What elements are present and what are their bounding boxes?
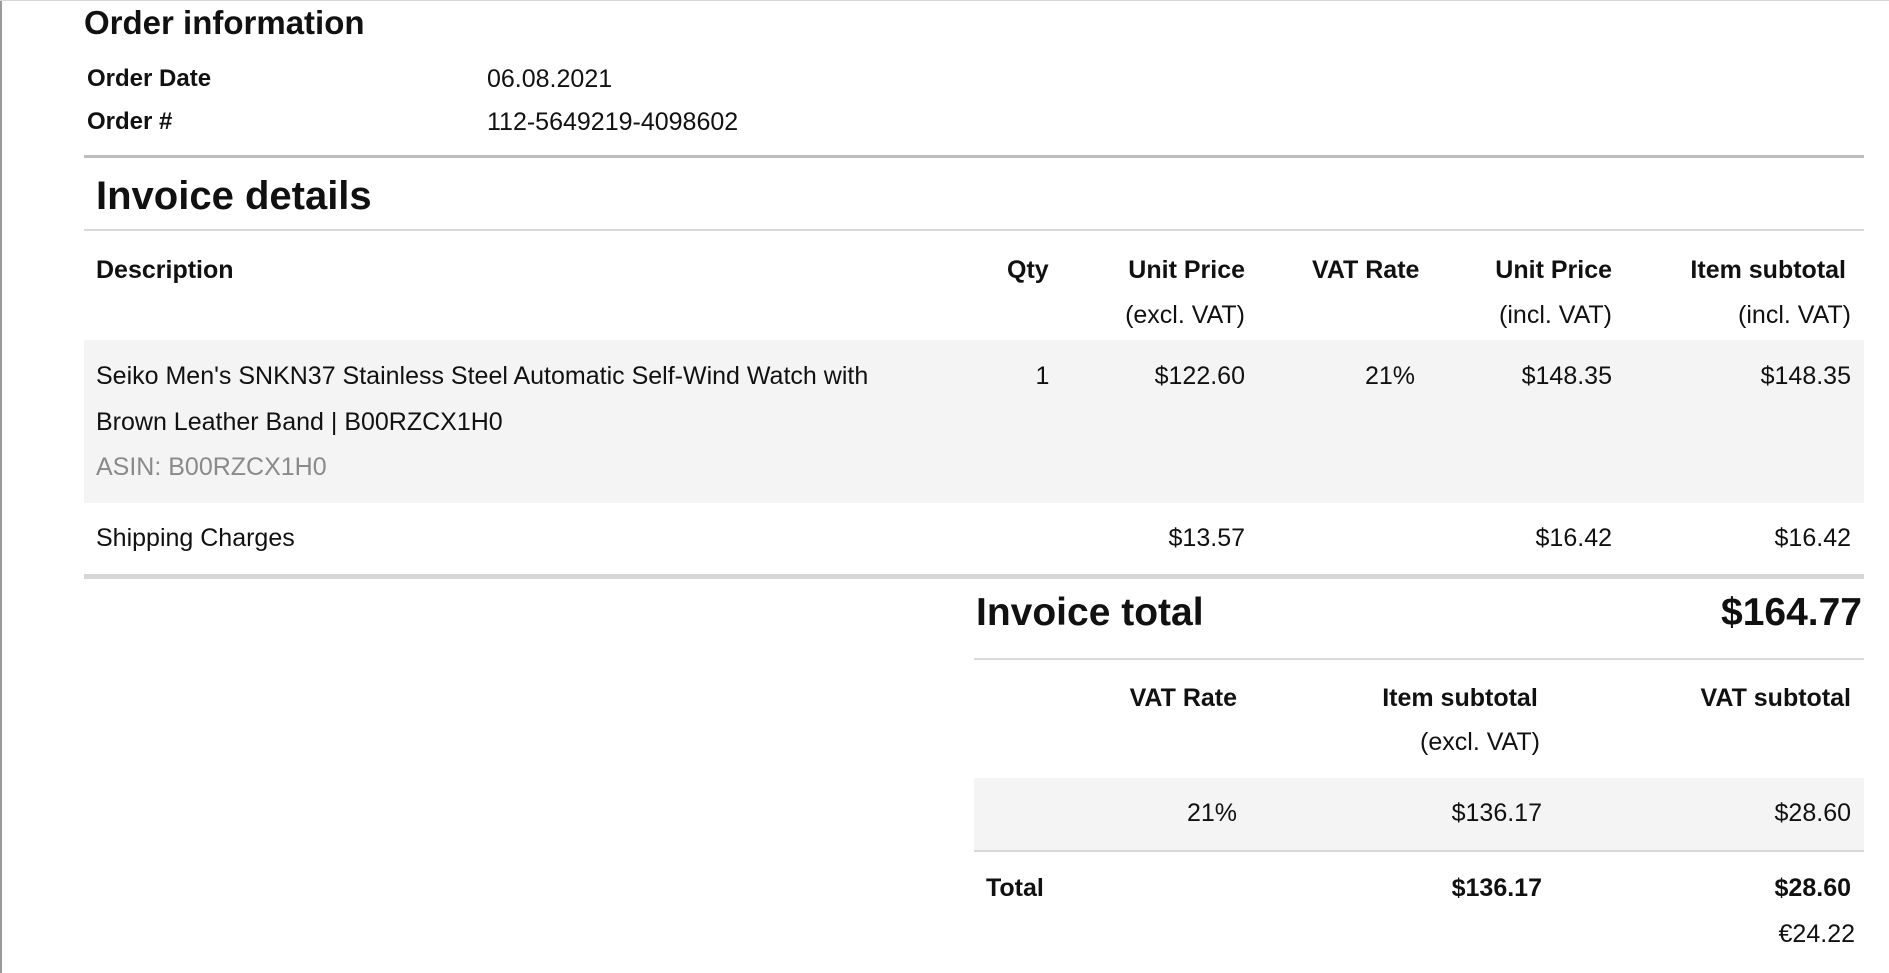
- order-number-value: 112-5649219-4098602: [487, 108, 739, 136]
- shipping-unit-price-excl: $13.57: [1168, 524, 1245, 552]
- item-qty: 1: [1035, 362, 1050, 390]
- vat-summary-rate-header: VAT Rate: [1129, 684, 1237, 712]
- vat-total-vat: $28.60: [1774, 874, 1851, 902]
- invoice-total-divider: [974, 658, 1864, 660]
- col-qty-header: Qty: [1007, 256, 1049, 284]
- col-unit-excl-header: Unit Price: [1128, 256, 1245, 284]
- invoice-table-divider: [84, 574, 1864, 579]
- vat-total-label: Total: [986, 874, 1044, 902]
- vat-summary-divider: [974, 850, 1864, 852]
- col-unit-excl-subheader: (excl. VAT): [1125, 301, 1245, 329]
- vat-total-subtotal: $136.17: [1451, 874, 1542, 902]
- page-left-border: [0, 0, 2, 973]
- col-unit-incl-header: Unit Price: [1495, 256, 1612, 284]
- order-date-label: Order Date: [87, 65, 212, 92]
- vat-total-vat-eur: €24.22: [1778, 920, 1855, 948]
- item-asin: ASIN: B00RZCX1H0: [96, 453, 327, 481]
- vat-summary-subtotal: $136.17: [1451, 799, 1542, 827]
- page-top-border: [0, 0, 1889, 1]
- order-info-divider: [84, 155, 1864, 158]
- vat-summary-rate: 21%: [1186, 799, 1237, 827]
- order-date-value: 06.08.2021: [487, 65, 613, 93]
- vat-summary-vat-header: VAT subtotal: [1700, 684, 1851, 712]
- vat-summary-vat: $28.60: [1774, 799, 1851, 827]
- item-description-line2: Brown Leather Band | B00RZCX1H0: [96, 408, 503, 436]
- vat-summary-subtotal-header: Item subtotal: [1382, 684, 1538, 712]
- vat-summary-subtotal-subheader: (excl. VAT): [1420, 728, 1540, 756]
- order-info-title: Order information: [84, 4, 365, 41]
- item-vat-rate: 21%: [1364, 362, 1416, 390]
- invoice-total-value: $164.77: [1721, 591, 1862, 634]
- invoice-details-title: Invoice details: [96, 174, 372, 218]
- col-subtotal-subheader: (incl. VAT): [1738, 301, 1851, 329]
- item-subtotal: $148.35: [1760, 362, 1851, 390]
- item-unit-price-incl: $148.35: [1521, 362, 1612, 390]
- col-vat-rate-header: VAT Rate: [1312, 256, 1420, 284]
- shipping-unit-price-incl: $16.42: [1535, 524, 1612, 552]
- col-unit-incl-subheader: (incl. VAT): [1499, 301, 1612, 329]
- item-unit-price-excl: $122.60: [1154, 362, 1245, 390]
- shipping-subtotal: $16.42: [1774, 524, 1851, 552]
- col-subtotal-header: Item subtotal: [1690, 256, 1846, 284]
- invoice-total-label: Invoice total: [976, 591, 1204, 634]
- shipping-label: Shipping Charges: [96, 524, 295, 552]
- item-description-line1: Seiko Men's SNKN37 Stainless Steel Autom…: [96, 362, 869, 390]
- col-description-header: Description: [96, 256, 234, 284]
- invoice-title-divider: [84, 229, 1864, 231]
- order-number-label: Order #: [87, 108, 173, 135]
